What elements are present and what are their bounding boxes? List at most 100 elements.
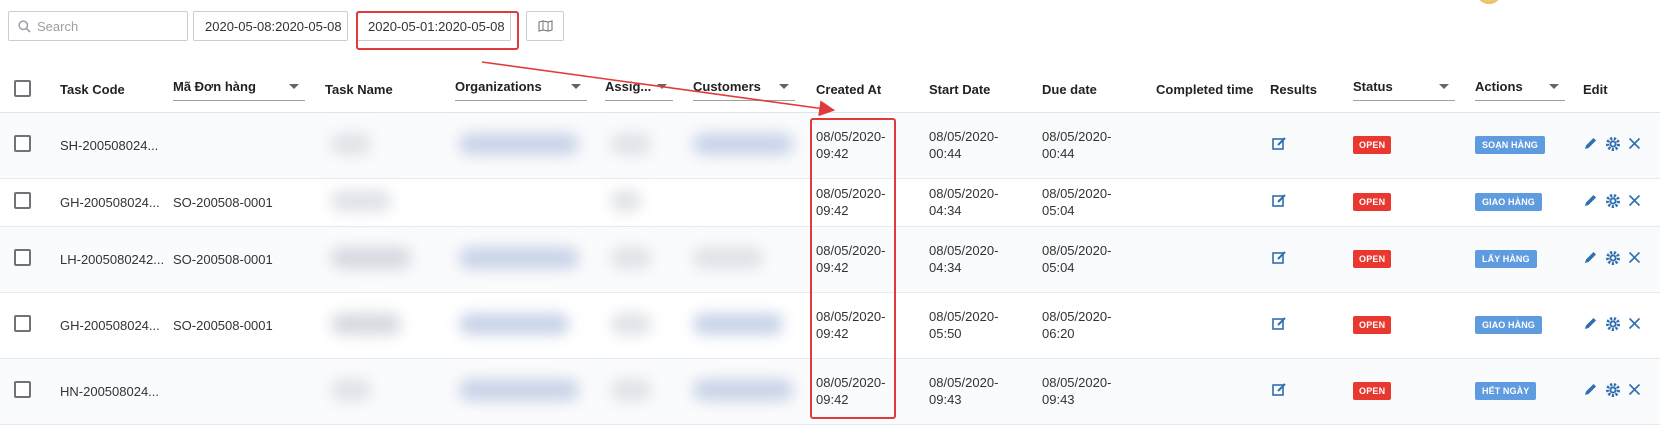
close-icon[interactable] [1628, 137, 1641, 153]
action-badge[interactable]: LẤY HÀNG [1475, 250, 1537, 268]
organizations-cell [455, 112, 605, 179]
task-code-cell[interactable]: GH-200508024... [60, 292, 173, 359]
filter-status[interactable]: Status [1353, 79, 1455, 101]
row-checkbox[interactable] [14, 135, 31, 152]
caret-down-icon[interactable] [657, 83, 667, 89]
pencil-icon[interactable] [1583, 250, 1598, 268]
task-name-cell [325, 358, 455, 425]
date-part: 08/05/2020- [1042, 243, 1112, 258]
row-checkbox[interactable] [14, 315, 31, 332]
table-row[interactable]: GH-200508024... SO-200508-0001 08/05/202… [0, 292, 1660, 359]
status-badge: OPEN [1353, 193, 1392, 211]
search-input[interactable] [37, 17, 177, 35]
task-code-cell[interactable]: GH-200508024... [60, 178, 173, 227]
actions-cell: SOẠN HÀNG [1475, 112, 1583, 179]
edit-results-icon[interactable] [1272, 194, 1287, 211]
table-row[interactable]: SH-200508024... 08/05/2020- 09:42 08/05/2… [0, 112, 1660, 179]
search-box[interactable] [8, 11, 188, 41]
edit-results-icon[interactable] [1272, 137, 1287, 154]
gear-icon[interactable] [1605, 382, 1621, 401]
header-status[interactable]: Status [1353, 68, 1475, 113]
date-part: 08/05/2020- [816, 243, 886, 258]
table-row[interactable]: HN-200508024... 08/05/2020- 09:42 08/05/2… [0, 358, 1660, 425]
gear-icon[interactable] [1605, 250, 1621, 269]
gear-icon[interactable] [1605, 193, 1621, 212]
time-part: 05:04 [1042, 203, 1075, 218]
header-due-date[interactable]: Due date [1042, 68, 1156, 113]
status-cell: OPEN [1353, 358, 1475, 425]
avatar[interactable] [1478, 0, 1500, 4]
header-task-code[interactable]: Task Code [60, 68, 173, 113]
header-actions[interactable]: Actions [1475, 68, 1583, 113]
header-label: Assig... [605, 78, 652, 94]
filter-ma-don-hang[interactable]: Mã Đơn hàng [173, 79, 305, 101]
header-label: Customers [693, 78, 761, 94]
row-checkbox[interactable] [14, 249, 31, 266]
task-code-cell[interactable]: SH-200508024... [60, 112, 173, 179]
status-cell: OPEN [1353, 112, 1475, 179]
edit-cell [1583, 178, 1660, 227]
task-code-cell[interactable]: HN-200508024... [60, 358, 173, 425]
pencil-icon[interactable] [1583, 382, 1598, 400]
created-at-cell: 08/05/2020- 09:42 [816, 178, 929, 227]
status-cell: OPEN [1353, 292, 1475, 359]
pencil-icon[interactable] [1583, 136, 1598, 154]
header-results[interactable]: Results [1270, 68, 1353, 113]
time-part: 05:50 [929, 326, 962, 341]
pencil-icon[interactable] [1583, 316, 1598, 334]
order-code-cell: SO-200508-0001 [173, 292, 325, 359]
caret-down-icon[interactable] [289, 83, 299, 89]
filter-customers[interactable]: Customers [693, 79, 795, 101]
status-cell: OPEN [1353, 226, 1475, 293]
row-checkbox[interactable] [14, 381, 31, 398]
action-badge[interactable]: GIAO HÀNG [1475, 316, 1542, 334]
start-date-cell: 08/05/2020- 04:34 [929, 226, 1042, 293]
edit-results-icon[interactable] [1272, 383, 1287, 400]
header-organizations[interactable]: Organizations [455, 68, 605, 113]
edit-results-icon[interactable] [1272, 317, 1287, 334]
pencil-icon[interactable] [1583, 193, 1598, 211]
map-view-button[interactable] [526, 11, 564, 41]
caret-down-icon[interactable] [1439, 83, 1449, 89]
date-range-field-1[interactable]: 2020-05-08:2020-05-08 [193, 11, 348, 41]
action-badge[interactable]: HẾT NGÀY [1475, 382, 1537, 400]
close-icon[interactable] [1628, 383, 1641, 399]
filter-organizations[interactable]: Organizations [455, 79, 587, 101]
date-part: 08/05/2020- [1042, 186, 1112, 201]
close-icon[interactable] [1628, 194, 1641, 210]
assignee-cell [605, 112, 693, 179]
header-label: Actions [1475, 78, 1523, 94]
gear-icon[interactable] [1605, 136, 1621, 155]
header-completed-time[interactable]: Completed time [1156, 68, 1270, 113]
actions-cell: LẤY HÀNG [1475, 226, 1583, 293]
close-icon[interactable] [1628, 251, 1641, 267]
caret-down-icon[interactable] [1549, 83, 1559, 89]
action-badge[interactable]: GIAO HÀNG [1475, 193, 1542, 211]
row-select-cell [0, 178, 60, 227]
edit-results-icon[interactable] [1272, 251, 1287, 268]
row-checkbox[interactable] [14, 192, 31, 209]
header-ma-don-hang[interactable]: Mã Đơn hàng [173, 68, 325, 113]
task-code-cell[interactable]: LH-2005080242... [60, 226, 173, 293]
gear-icon[interactable] [1605, 316, 1621, 335]
date-range-field-2[interactable]: 2020-05-01:2020-05-08 [356, 11, 511, 41]
action-badge[interactable]: SOẠN HÀNG [1475, 136, 1545, 154]
date-part: 08/05/2020- [929, 375, 999, 390]
filter-actions[interactable]: Actions [1475, 79, 1565, 101]
header-task-name[interactable]: Task Name [325, 68, 455, 113]
filter-assignee[interactable]: Assig... [605, 79, 673, 101]
select-all-checkbox[interactable] [14, 79, 31, 97]
caret-down-icon[interactable] [779, 83, 789, 89]
header-customers[interactable]: Customers [693, 68, 816, 113]
header-start-date[interactable]: Start Date [929, 68, 1042, 113]
caret-down-icon[interactable] [571, 83, 581, 89]
task-list-page: 2020-05-08:2020-05-08 2020-05-01:2020-05… [0, 0, 1660, 431]
table-row[interactable]: LH-2005080242... SO-200508-0001 08/05/20… [0, 226, 1660, 293]
time-part: 09:43 [929, 392, 962, 407]
header-label: Organizations [455, 78, 542, 94]
table-row[interactable]: GH-200508024... SO-200508-0001 08/05/202… [0, 178, 1660, 227]
header-assignee[interactable]: Assig... [605, 68, 693, 113]
close-icon[interactable] [1628, 317, 1641, 333]
row-select-cell [0, 292, 60, 359]
header-created-at[interactable]: Created At [816, 68, 929, 113]
